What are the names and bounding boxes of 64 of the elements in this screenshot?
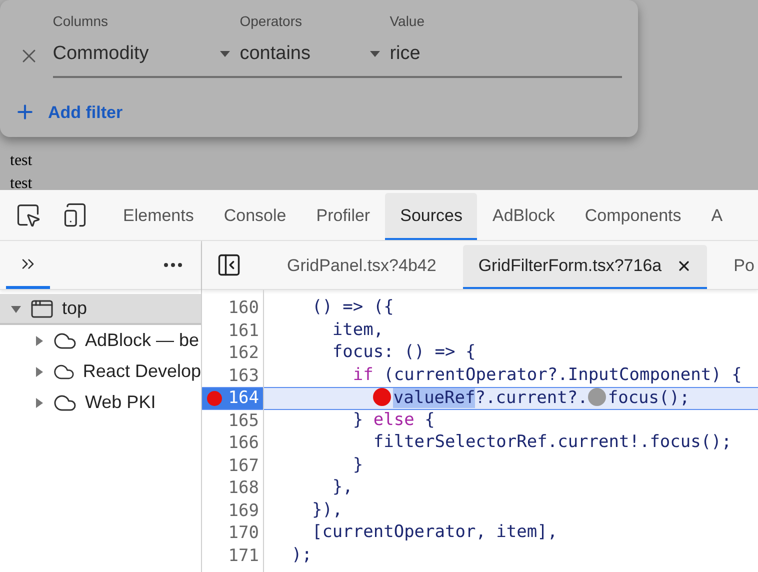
devtools-tab[interactable]: A — [696, 193, 738, 240]
devtools-tab[interactable]: Profiler — [301, 193, 386, 240]
code-text: focus(); — [608, 388, 690, 408]
line-number[interactable]: 163 — [202, 364, 263, 387]
page-text: test — [10, 151, 34, 171]
code-keyword: else — [373, 410, 414, 430]
page-text: test — [10, 174, 34, 190]
expand-triangle-icon[interactable] — [33, 396, 45, 408]
operator-select[interactable]: contains — [240, 40, 390, 68]
code-text: item, — [332, 320, 384, 340]
field-label: Operators — [240, 12, 303, 31]
code-text: }, — [332, 477, 353, 497]
code-text: }), — [312, 500, 343, 520]
code-text: } — [352, 410, 364, 430]
code-text: (currentOperator?.InputComponent) { — [384, 364, 742, 384]
line-number[interactable]: 165 — [202, 410, 263, 432]
dropdown-caret-icon — [370, 51, 380, 58]
tree-label: top — [62, 297, 88, 320]
line-number[interactable]: 171 — [202, 544, 263, 567]
code-text: focus: () => { — [332, 342, 476, 362]
tree-label: AdBlock — be — [85, 329, 200, 352]
devtools-tab[interactable]: AdBlock — [477, 193, 570, 240]
file-tab[interactable]: GridPanel.tsx?4b42 — [272, 245, 452, 289]
line-number[interactable]: 162 — [202, 342, 263, 364]
tree-label: Web PKI — [85, 391, 156, 414]
line-number[interactable]: 168 — [202, 477, 263, 500]
tree-item[interactable]: Web PKI — [0, 387, 201, 418]
tree-item[interactable]: AdBlock — be — [0, 325, 201, 356]
sidebar-toggle-icon[interactable] — [216, 252, 242, 278]
code-text: () => ({ — [312, 297, 394, 317]
code-text: ); — [291, 544, 312, 564]
code-keyword: if — [352, 364, 374, 384]
devtools-tab[interactable]: Sources — [385, 193, 478, 240]
devtools-tab[interactable]: Components — [570, 193, 696, 240]
line-number[interactable]: 167 — [202, 454, 263, 477]
code-text: [currentOperator, item], — [312, 522, 558, 542]
devtools-tab[interactable]: Console — [208, 193, 302, 240]
file-tab[interactable]: Po — [718, 245, 758, 289]
selected-code-text: valueRef — [393, 388, 476, 408]
tree-item[interactable]: top — [0, 294, 201, 325]
field-label: Value — [390, 12, 426, 31]
code-text: } — [352, 454, 364, 474]
value-input[interactable]: rice — [390, 40, 622, 68]
line-number[interactable]: 169 — [202, 500, 263, 522]
file-tab[interactable]: GridFilterForm.tsx?716a — [463, 245, 707, 289]
line-number[interactable]: 164 — [202, 388, 263, 408]
device-toolbar-icon[interactable] — [62, 202, 88, 228]
breakpoint-marker-icon[interactable] — [373, 388, 392, 406]
tree-item[interactable]: React Develop — [0, 356, 201, 387]
code-text: ?.current?. — [475, 388, 588, 408]
line-number[interactable]: 170 — [202, 522, 263, 544]
code-text: { — [424, 410, 435, 430]
expand-triangle-icon[interactable] — [33, 334, 45, 346]
line-number[interactable]: 161 — [202, 320, 263, 342]
field-label: Columns — [52, 12, 109, 31]
line-number[interactable]: 160 — [202, 297, 263, 320]
inspect-icon[interactable] — [15, 202, 41, 228]
column-select[interactable]: Commodity — [52, 40, 240, 68]
dropdown-caret-icon — [220, 51, 230, 58]
line-number[interactable]: 166 — [202, 432, 263, 454]
code-text: filterSelectorRef.current!.focus(); — [373, 432, 732, 452]
expand-triangle-icon[interactable] — [33, 366, 45, 378]
tree-label: React Develop — [82, 360, 201, 383]
devtools-tab[interactable]: Elements — [108, 193, 209, 240]
